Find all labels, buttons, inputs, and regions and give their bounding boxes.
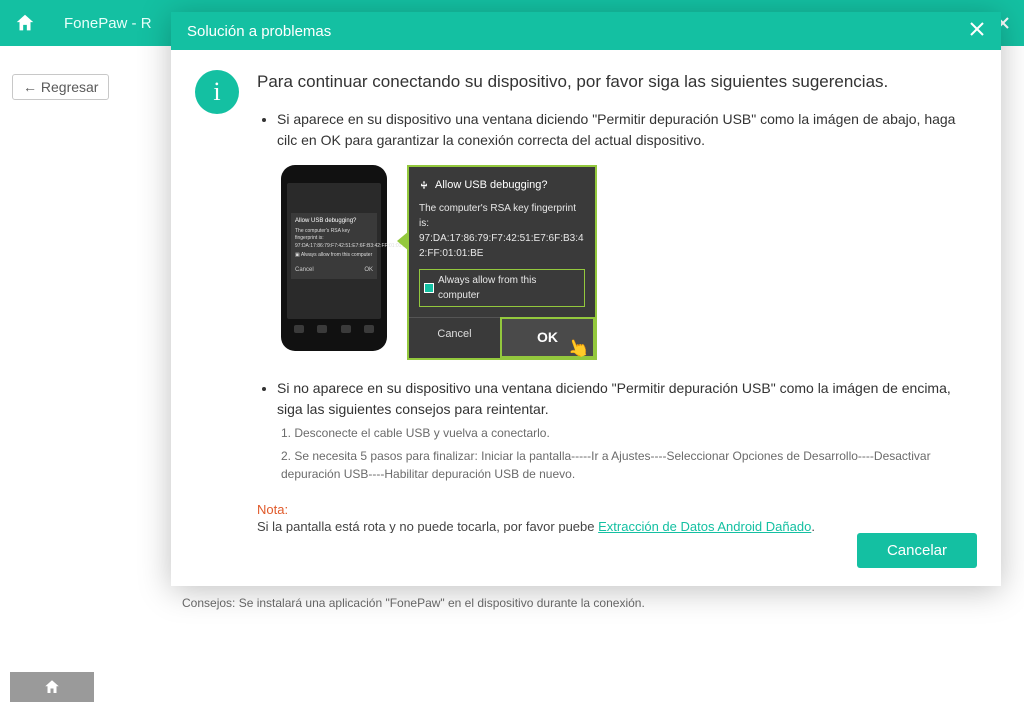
info-icon: i xyxy=(195,70,239,114)
phone-mockup: Allow USB debugging? The computer's RSA … xyxy=(281,165,387,351)
usb-ok-button: OK 👆 xyxy=(500,317,595,358)
bullet-item-1: Si aparece en su dispositivo una ventana… xyxy=(277,109,977,361)
usb-icon xyxy=(419,180,429,190)
retry-step-2: 2. Se necesita 5 pasos para finalizar: I… xyxy=(281,447,977,484)
app-title: FonePaw - R xyxy=(64,15,152,32)
dialog-header: Solución a problemas xyxy=(171,12,1001,50)
usb-illustration: Allow USB debugging? The computer's RSA … xyxy=(281,165,977,361)
close-icon[interactable] xyxy=(969,21,985,42)
rsa-label: The computer's RSA key fingerprint is: xyxy=(419,201,585,231)
usb-debug-panel: Allow USB debugging? The computer's RSA … xyxy=(407,165,597,361)
dialog-heading: Para continuar conectando su dispositivo… xyxy=(257,70,977,95)
note-label: Nota: xyxy=(257,502,977,517)
retry-step-1: 1. Desconecte el cable USB y vuelva a co… xyxy=(281,424,977,443)
checkbox-icon xyxy=(424,283,434,293)
troubleshoot-dialog: Solución a problemas i Para continuar co… xyxy=(171,12,1001,586)
always-allow-checkbox: Always allow from this computer xyxy=(419,269,585,307)
home-icon[interactable] xyxy=(14,12,36,34)
cancel-button[interactable]: Cancelar xyxy=(857,533,977,568)
usb-debug-title: Allow USB debugging? xyxy=(419,177,585,194)
footer-home-button[interactable] xyxy=(10,672,94,702)
back-button[interactable]: ← Regresar xyxy=(12,74,109,100)
usb-cancel-button: Cancel xyxy=(409,317,500,358)
broken-android-link[interactable]: Extracción de Datos Android Dañado xyxy=(598,519,811,533)
pointer-hand-icon: 👆 xyxy=(563,332,593,365)
dialog-title: Solución a problemas xyxy=(187,23,331,40)
connection-tip-text: Consejos: Se instalará una aplicación "F… xyxy=(182,596,645,610)
dialog-body: i Para continuar conectando su dispositi… xyxy=(171,50,1001,533)
bullet-item-2: Si no aparece en su dispositivo una vent… xyxy=(277,378,977,484)
rsa-fingerprint: 97:DA:17:86:79:F7:42:51:E7:6F:B3:42:FF:0… xyxy=(419,231,585,261)
note-text: Si la pantalla está rota y no puede toca… xyxy=(257,519,598,533)
